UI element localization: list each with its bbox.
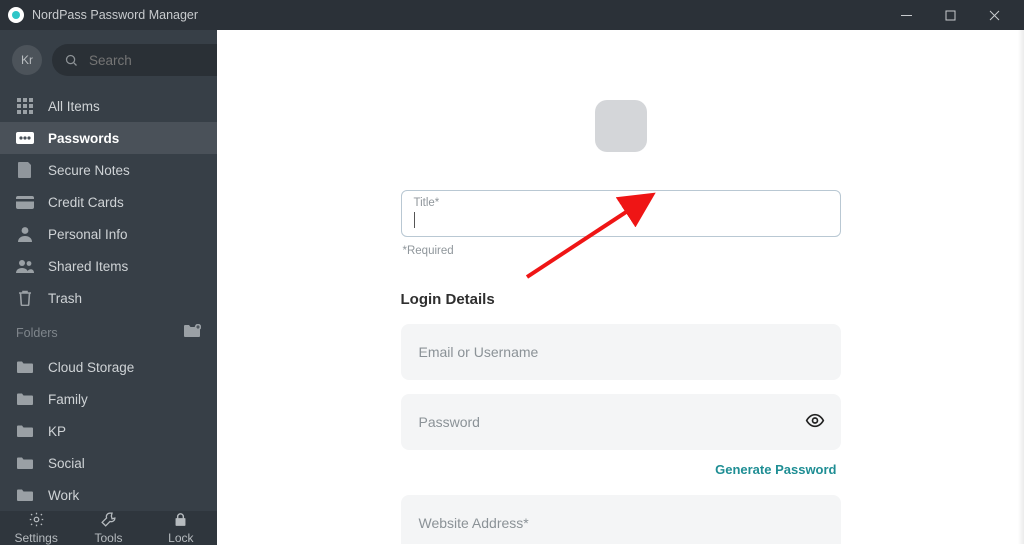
nav-label: Secure Notes <box>48 163 130 178</box>
folder-icon <box>16 393 34 405</box>
nav-label: Passwords <box>48 131 119 146</box>
generate-password-link[interactable]: Generate Password <box>401 462 837 477</box>
lock-icon <box>172 511 189 528</box>
search-icon <box>64 53 79 68</box>
folder-item[interactable]: Family <box>0 383 217 415</box>
nav-label: Personal Info <box>48 227 128 242</box>
nav-all-items[interactable]: All Items <box>0 90 217 122</box>
password-placeholder: Password <box>419 414 480 430</box>
password-field[interactable]: Password <box>401 394 841 450</box>
folder-item[interactable]: Social <box>0 447 217 479</box>
nav-passwords[interactable]: Passwords <box>0 122 217 154</box>
card-icon <box>16 196 34 209</box>
item-avatar-placeholder[interactable] <box>595 100 647 152</box>
avatar[interactable]: Kr <box>12 45 42 75</box>
nav-label: Trash <box>48 291 82 306</box>
avatar-initials: Kr <box>21 53 33 67</box>
sidebar-bottom: Settings Tools Lock <box>0 511 217 545</box>
app-logo-icon <box>8 7 24 23</box>
email-placeholder: Email or Username <box>419 344 539 360</box>
folder-label: Family <box>48 392 88 407</box>
folder-item[interactable]: KP <box>0 415 217 447</box>
password-icon <box>16 132 34 144</box>
title-label: Title* <box>414 197 828 209</box>
add-folder-icon[interactable] <box>183 324 201 341</box>
tools-button[interactable]: Tools <box>72 511 144 545</box>
website-field[interactable]: Website Address* <box>401 495 841 544</box>
window-title: NordPass Password Manager <box>32 8 198 22</box>
nav-shared-items[interactable]: Shared Items <box>0 250 217 282</box>
lock-button[interactable]: Lock <box>145 511 217 545</box>
nav-personal-info[interactable]: Personal Info <box>0 218 217 250</box>
grid-icon <box>16 98 34 114</box>
nav-label: Shared Items <box>48 259 128 274</box>
title-field[interactable]: Title* <box>401 190 841 237</box>
shared-icon <box>16 259 34 273</box>
eye-icon <box>805 411 825 431</box>
window-close-button[interactable] <box>972 0 1016 30</box>
title-input[interactable] <box>415 209 825 227</box>
nav-credit-cards[interactable]: Credit Cards <box>0 186 217 218</box>
folder-icon <box>16 457 34 469</box>
folder-icon <box>16 489 34 501</box>
sidebar: Kr All Items Passwords Secur <box>0 30 217 544</box>
folder-item[interactable]: Work <box>0 479 217 511</box>
window-maximize-button[interactable] <box>928 0 972 30</box>
website-placeholder: Website Address* <box>419 515 529 531</box>
folders-heading: Folders <box>0 314 217 347</box>
nav-label: All Items <box>48 99 100 114</box>
tools-icon <box>100 511 117 528</box>
settings-button[interactable]: Settings <box>0 511 72 545</box>
nav-trash[interactable]: Trash <box>0 282 217 314</box>
folder-label: Social <box>48 456 85 471</box>
content-pane: Title* *Required Login Details Email or … <box>217 30 1024 544</box>
trash-icon <box>16 290 34 306</box>
nav-secure-notes[interactable]: Secure Notes <box>0 154 217 186</box>
folder-label: KP <box>48 424 66 439</box>
note-icon <box>16 162 34 178</box>
section-login-details: Login Details <box>401 291 841 308</box>
scrollbar[interactable] <box>1018 30 1024 544</box>
person-icon <box>16 226 34 242</box>
folder-icon <box>16 425 34 437</box>
folders-list: Cloud Storage Family KP Social Work <box>0 347 217 511</box>
email-field[interactable]: Email or Username <box>401 324 841 380</box>
folder-icon <box>16 361 34 373</box>
title-required-note: *Required <box>403 245 839 257</box>
nav-label: Credit Cards <box>48 195 124 210</box>
toggle-password-visibility-button[interactable] <box>805 411 825 434</box>
nav-categories: All Items Passwords Secure Notes Credit … <box>0 86 217 314</box>
folder-label: Work <box>48 488 79 503</box>
folder-item[interactable]: Cloud Storage <box>0 351 217 383</box>
gear-icon <box>28 511 45 528</box>
window-minimize-button[interactable] <box>884 0 928 30</box>
folder-label: Cloud Storage <box>48 360 134 375</box>
titlebar: NordPass Password Manager <box>0 0 1024 30</box>
